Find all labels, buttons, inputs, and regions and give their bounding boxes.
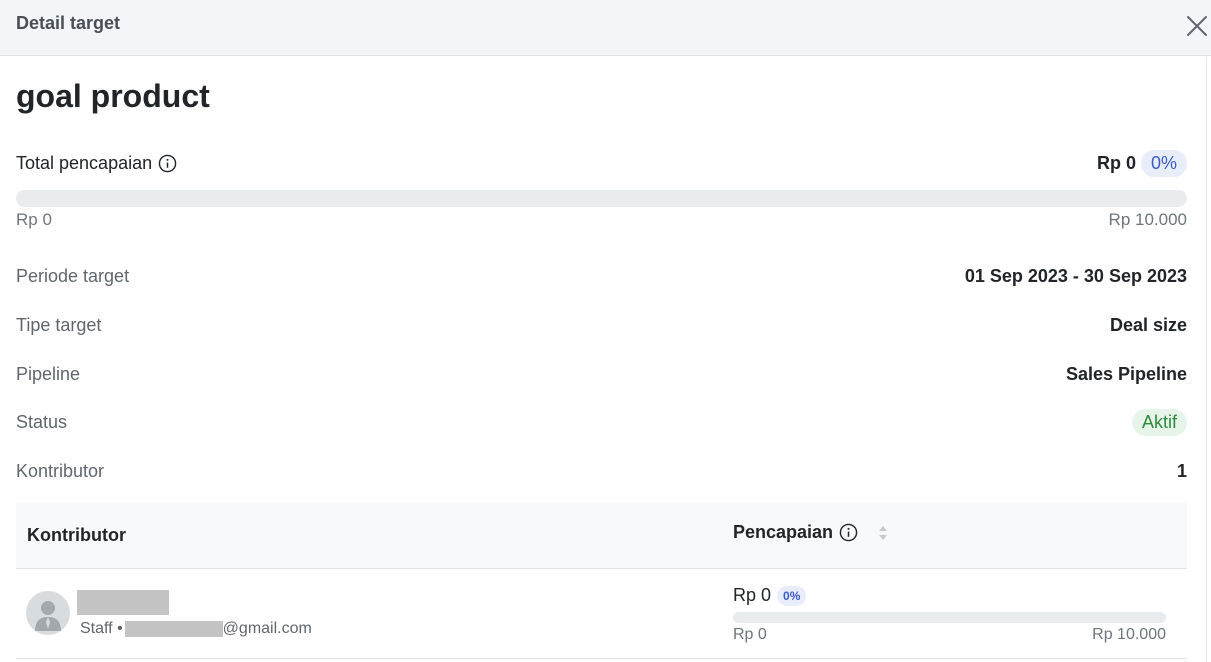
total-range-max: Rp 10.000: [1108, 210, 1187, 229]
type-label: Tipe target: [16, 314, 102, 335]
type-row: Tipe target Deal size: [16, 311, 1187, 339]
redacted-contributor-name: [77, 590, 169, 615]
contributor-range-max: Rp 10.000: [1092, 626, 1166, 643]
scrollbar-track[interactable]: [1206, 57, 1207, 662]
contributor-meta: Staff • @gmail.com: [80, 620, 312, 638]
contributor-count-label: Kontributor: [16, 460, 105, 481]
total-range-min: Rp 0: [16, 210, 52, 229]
avatar: [26, 591, 70, 635]
contributor-achievement: Rp 0 0%: [733, 585, 807, 606]
redacted-email: [124, 621, 223, 637]
sort-icon[interactable]: [878, 524, 888, 542]
column-header-contributor: Kontributor: [27, 525, 126, 545]
total-achievement-value: Rp 0: [1096, 153, 1136, 173]
total-progress-bar: [16, 190, 1187, 207]
pipeline-row: Pipeline Sales Pipeline: [16, 360, 1187, 388]
close-icon[interactable]: [1185, 14, 1209, 38]
contributor-table-header: Kontributor Pencapaian: [16, 503, 1187, 569]
contributor-email-domain: @gmail.com: [222, 620, 312, 637]
period-value: 01 Sep 2023 - 30 Sep 2023: [964, 265, 1187, 286]
total-achievement-text: Total pencapaian: [16, 153, 153, 173]
table-row: Staff • @gmail.com Rp 0 0% Rp 0 Rp 10.00…: [16, 569, 1187, 659]
period-row: Periode target 01 Sep 2023 - 30 Sep 2023: [16, 262, 1187, 290]
total-achievement-summary: Rp 0 0%: [1097, 150, 1187, 177]
user-avatar-icon: [35, 601, 61, 631]
type-value: Deal size: [1109, 314, 1187, 335]
status-badge: Aktif: [1131, 408, 1187, 436]
period-label: Periode target: [16, 265, 130, 286]
status-label: Status: [16, 411, 68, 432]
contributor-role: Staff •: [80, 620, 123, 637]
pipeline-value: Sales Pipeline: [1065, 363, 1187, 384]
contributor-count-value: 1: [1176, 460, 1187, 481]
contributor-range-min: Rp 0: [733, 626, 767, 643]
pipeline-label: Pipeline: [16, 363, 81, 384]
modal-title: Detail target: [16, 13, 121, 33]
close-button[interactable]: [1185, 14, 1209, 38]
total-achievement-label: Total pencapaian: [16, 153, 177, 174]
target-name: goal product: [16, 78, 210, 114]
contributor-count-row: Kontributor 1: [16, 457, 1187, 485]
contributor-progress-bar: [733, 612, 1166, 623]
column-header-achievement-text: Pencapaian: [733, 522, 834, 542]
contributor-achievement-percent: 0%: [777, 585, 807, 606]
contributor-achievement-value: Rp 0: [733, 585, 772, 605]
status-row: Status Aktif: [16, 408, 1187, 436]
modal-header: Detail target: [0, 0, 1211, 56]
info-icon[interactable]: [158, 154, 177, 173]
total-achievement-percent: 0%: [1140, 150, 1187, 177]
column-header-achievement[interactable]: Pencapaian: [733, 522, 888, 543]
info-icon[interactable]: [839, 523, 858, 542]
